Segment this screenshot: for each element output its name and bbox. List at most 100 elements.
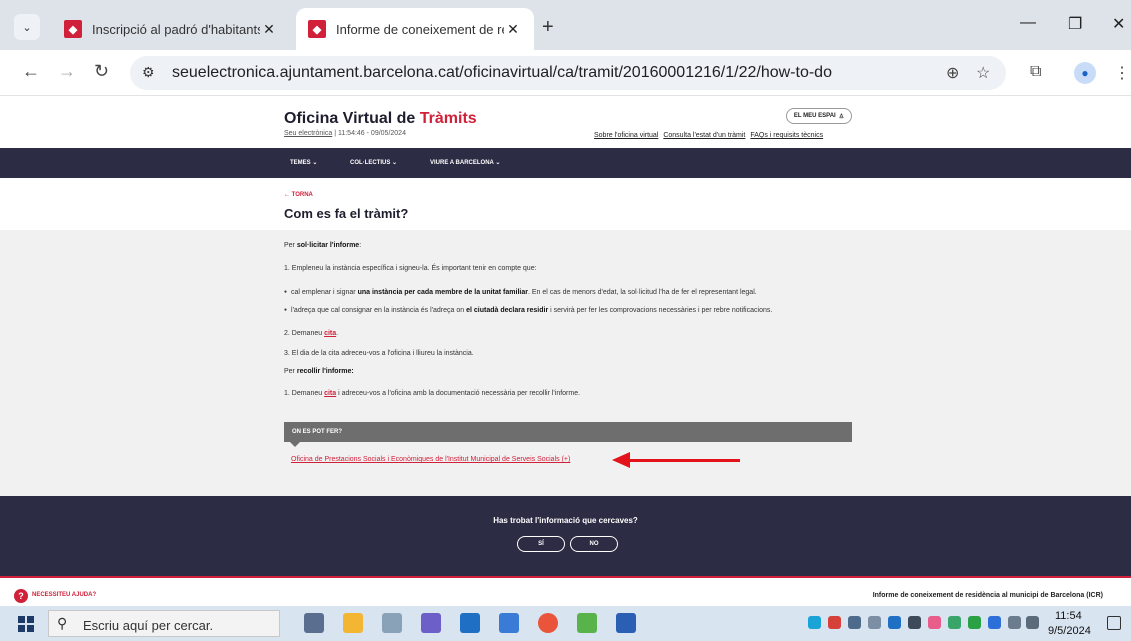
tray-icon-6[interactable] <box>908 616 921 629</box>
browser-tab-bar: ⌄ ◆ Inscripció al padró d'habitants de l… <box>0 0 1131 50</box>
nav-item-temes[interactable]: TEMES ⌄ <box>290 159 317 166</box>
tray-icon-3[interactable] <box>848 616 861 629</box>
site-brand[interactable]: Oficina Virtual de Tràmits <box>284 110 477 128</box>
nav-label: VIURE A BARCELONA <box>430 160 494 166</box>
text-bold: sol·licitar l'informe <box>296 242 360 249</box>
brand-accent: Tràmits <box>419 110 477 127</box>
notification-icon[interactable] <box>1107 616 1121 630</box>
title-area: ← TORNA Com es fa el tràmit? <box>0 178 1131 230</box>
app-icon-4[interactable] <box>577 613 597 633</box>
text-bold: una instància per cada membre de la unit… <box>357 289 528 296</box>
help-link[interactable]: NECESSITEU AJUDA? <box>32 592 96 598</box>
site-header: Oficina Virtual de Tràmits Seu electròni… <box>0 96 1131 148</box>
tray-icon-9[interactable] <box>968 616 981 629</box>
page-title: Com es fa el tràmit? <box>284 206 409 221</box>
text: l'adreça que cal consignar en la instànc… <box>291 307 467 314</box>
forward-arrow-icon[interactable]: → <box>58 61 76 82</box>
about-link[interactable]: Sobre l'oficina virtual <box>594 132 658 139</box>
tab-title: Informe de coneixement de residència <box>336 21 504 37</box>
tab-close-icon[interactable]: ✕ <box>260 21 278 38</box>
windows-taskbar: ⚲ Escriu aquí per cercar. 11:54 9/5/2024 <box>0 606 1131 641</box>
faq-link[interactable]: FAQs i requisits tècnics <box>750 132 823 139</box>
my-space-label: EL MEU ESPAI <box>793 113 836 119</box>
user-icon: ♙ <box>838 113 845 120</box>
windows-start-icon[interactable] <box>18 616 34 632</box>
word-icon[interactable] <box>616 613 636 633</box>
brand-prefix: Oficina Virtual de <box>284 110 420 127</box>
search-placeholder: Escriu aquí per cercar. <box>83 618 214 633</box>
red-arrow-shaft <box>628 459 740 462</box>
minimize-icon[interactable]: — <box>1020 14 1036 32</box>
network-icon[interactable] <box>1008 616 1021 629</box>
new-tab-icon[interactable]: + <box>542 16 554 39</box>
outlook-icon[interactable] <box>460 613 480 633</box>
nav-item-viure[interactable]: VIURE A BARCELONA ⌄ <box>430 159 500 166</box>
text: : <box>359 242 362 249</box>
text: i adreceu-vos a l'oficina amb la documen… <box>336 390 581 397</box>
reload-icon[interactable]: ↻ <box>94 61 109 82</box>
collect-heading: Per recollir l'informe: <box>284 368 354 375</box>
file-explorer-icon[interactable] <box>343 613 363 633</box>
app-icon-2[interactable] <box>421 613 441 633</box>
browser-tab-padro[interactable]: ◆ Inscripció al padró d'habitants de l'A… <box>52 8 290 50</box>
tab-close-icon[interactable]: ✕ <box>504 21 522 38</box>
address-toolbar: ← → ↻ ⚙ seuelectronica.ajuntament.barcel… <box>0 50 1131 96</box>
zoom-icon[interactable]: ⊕ <box>946 63 959 83</box>
clock-time[interactable]: 11:54 <box>1055 610 1082 622</box>
app-icon-3[interactable] <box>499 613 519 633</box>
taskbar-search-input[interactable]: ⚲ Escriu aquí per cercar. <box>48 610 280 637</box>
close-window-icon[interactable]: ✕ <box>1112 14 1125 34</box>
task-view-icon[interactable] <box>304 613 324 633</box>
back-link[interactable]: ← TORNA <box>284 192 313 198</box>
tray-icon-7[interactable] <box>928 616 941 629</box>
where-header: ON ES POT FER? <box>284 422 852 447</box>
tab-title: Inscripció al padró d'habitants de l'Aju <box>92 21 260 37</box>
browser-menu-icon[interactable]: ⋮ <box>1114 63 1130 83</box>
no-button[interactable]: NO <box>570 536 618 552</box>
bookmark-star-icon[interactable]: ☆ <box>976 63 990 83</box>
site-settings-icon[interactable]: ⚙ <box>142 64 155 81</box>
tray-icon-5[interactable] <box>888 616 901 629</box>
cita-link[interactable]: cita <box>324 330 336 337</box>
text: . En el cas de menors d'edat, la sol·lic… <box>527 289 757 296</box>
tray-icon-8[interactable] <box>948 616 961 629</box>
where-notch <box>290 442 300 447</box>
barcelona-favicon-icon: ◆ <box>64 20 82 38</box>
restore-icon[interactable]: ❐ <box>1068 14 1082 34</box>
help-question-icon[interactable]: ? <box>14 589 28 603</box>
tray-icon-4[interactable] <box>868 616 881 629</box>
volume-icon[interactable] <box>1026 616 1039 629</box>
chrome-icon[interactable] <box>538 613 558 633</box>
yes-button[interactable]: SÍ <box>517 536 565 552</box>
procedure-content: Per sol·licitar l'informe: 1. Empleneu l… <box>0 230 1131 496</box>
text: 2. Demaneu <box>284 330 325 337</box>
nav-item-collectius[interactable]: COL·LECTIUS ⌄ <box>350 159 397 166</box>
feedback-section: Has trobat l'informació que cercaves? SÍ… <box>0 496 1131 576</box>
tray-icon-1[interactable] <box>808 616 821 629</box>
header-datetime: | 11:54:46 - 09/05/2024 <box>332 130 406 137</box>
url-bar[interactable]: ⚙ seuelectronica.ajuntament.barcelona.ca… <box>130 56 1006 90</box>
office-link[interactable]: Oficina de Prestacions Socials i Econòmi… <box>291 456 570 463</box>
url-text[interactable]: seuelectronica.ajuntament.barcelona.cat/… <box>172 64 832 82</box>
tab-search-menu-icon[interactable]: ⌄ <box>14 14 40 40</box>
bluetooth-icon[interactable] <box>988 616 1001 629</box>
where-label: ON ES POT FER? <box>292 429 343 435</box>
seu-electronica-link[interactable]: Seu electrònica <box>284 130 332 137</box>
profile-avatar-icon[interactable]: ● <box>1074 62 1096 84</box>
browser-tab-informe[interactable]: ◆ Informe de coneixement de residència ✕ <box>296 8 534 50</box>
bullet-1: cal emplenar i signar una instància per … <box>284 289 757 296</box>
step-1: 1. Empleneu la instància específica i si… <box>284 265 537 272</box>
request-heading: Per sol·licitar l'informe: <box>284 242 361 249</box>
cita-link[interactable]: cita <box>324 390 336 397</box>
app-icon-1[interactable] <box>382 613 402 633</box>
status-link[interactable]: Consulta l'estat d'un tràmit <box>663 132 745 139</box>
extensions-icon[interactable]: ⧉ <box>1030 63 1041 81</box>
page-footer: ? NECESSITEU AJUDA? Informe de coneixeme… <box>0 576 1131 606</box>
back-arrow-icon[interactable]: ← <box>22 61 40 82</box>
my-space-button[interactable]: EL MEU ESPAI ♙ <box>786 108 852 124</box>
tray-icon-2[interactable] <box>828 616 841 629</box>
clock-date[interactable]: 9/5/2024 <box>1048 625 1091 637</box>
bullet-2: l'adreça que cal consignar en la instànc… <box>284 307 772 314</box>
nav-label: TEMES <box>290 160 311 166</box>
text-bold: recollir l'informe: <box>296 368 354 375</box>
